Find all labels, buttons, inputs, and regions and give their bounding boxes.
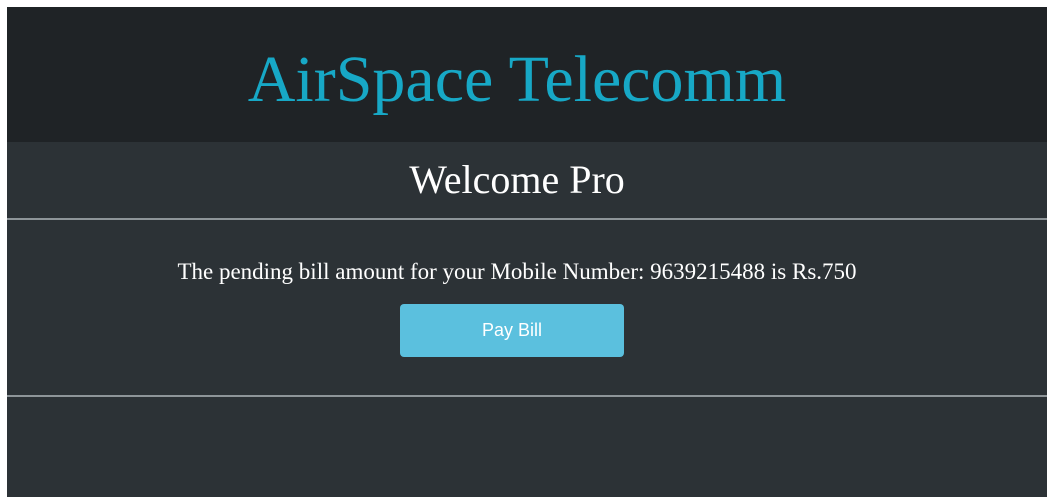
divider-top: [7, 218, 1047, 220]
brand-title: AirSpace Telecomm: [247, 43, 787, 116]
pay-bill-button[interactable]: Pay Bill: [400, 304, 624, 357]
divider-bottom: [7, 395, 1047, 397]
page-frame: AirSpace Telecomm Welcome Pro The pendin…: [7, 7, 1047, 497]
welcome-heading: Welcome Pro: [409, 157, 625, 202]
header-bar: AirSpace Telecomm: [7, 7, 1047, 142]
pending-bill-message: The pending bill amount for your Mobile …: [177, 259, 857, 284]
